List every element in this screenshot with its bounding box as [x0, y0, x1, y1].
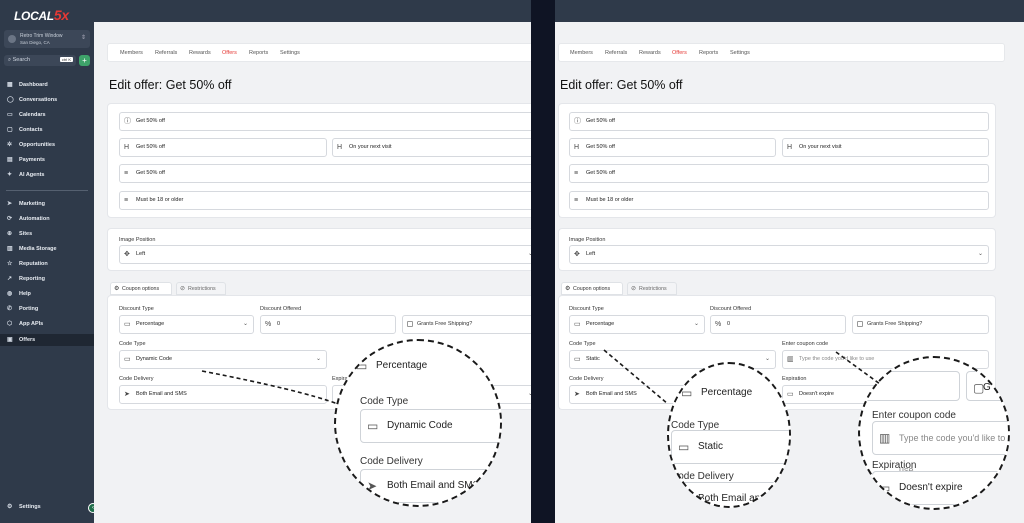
callout-connectors	[201, 349, 881, 405]
connector-left	[201, 370, 339, 405]
connector-right-2	[835, 351, 881, 385]
connector-right-1	[603, 349, 669, 405]
